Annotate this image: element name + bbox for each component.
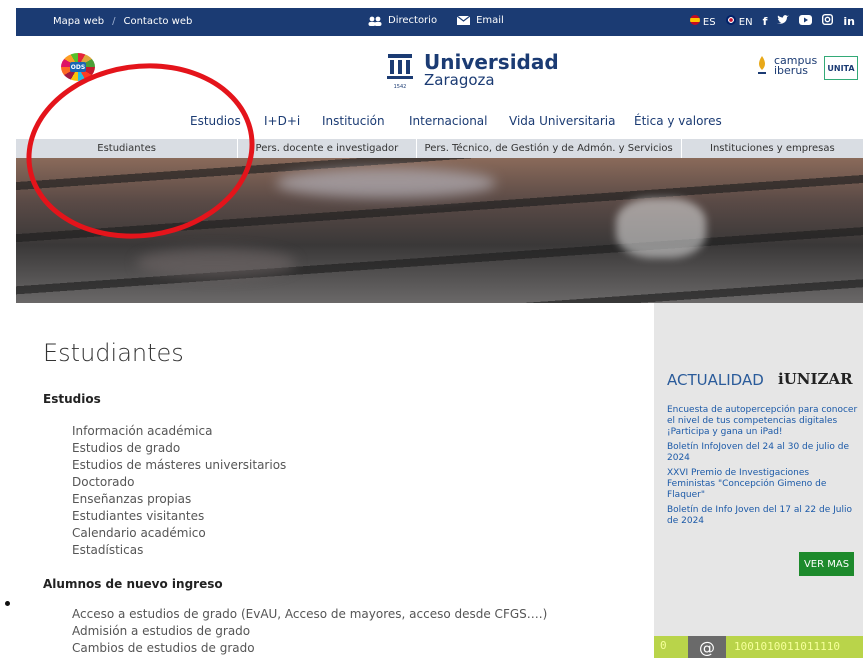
lang-es[interactable]: ES: [689, 14, 716, 28]
lang-en[interactable]: EN: [725, 14, 753, 28]
university-subtitle: Zaragoza: [424, 71, 495, 89]
nuevo-ingreso-list: Acceso a estudios de grado (EvAU, Acceso…: [72, 606, 547, 657]
directorio-label: Directorio: [388, 15, 438, 26]
estudios-list: Información académica Estudios de grado …: [72, 423, 286, 559]
ver-mas-button[interactable]: VER MAS: [799, 552, 854, 576]
campus-iberus-logo[interactable]: campus iberus: [756, 55, 817, 77]
campus-line2: iberus: [774, 64, 809, 77]
ods-text: ODS: [70, 62, 86, 72]
section-heading-estudios: Estudios: [43, 392, 101, 406]
subnav-ptgas[interactable]: Pers. Técnico, de Gestión y de Admón. y …: [417, 139, 682, 158]
university-name: Universidad Zaragoza: [424, 52, 559, 88]
news-link[interactable]: Boletín InfoJoven del 24 al 30 de julio …: [667, 442, 859, 464]
list-item-link[interactable]: Acceso a estudios de grado (EvAU, Acceso…: [72, 606, 547, 623]
nav-institucion[interactable]: Institución: [322, 114, 385, 128]
nav-internacional[interactable]: Internacional: [409, 114, 487, 128]
linkedin-icon[interactable]: in: [843, 15, 855, 28]
utility-center: Directorio Email: [368, 15, 504, 26]
uk-flag-icon: [725, 14, 736, 25]
link-directorio[interactable]: Directorio: [368, 15, 437, 26]
subnav-pdi[interactable]: Pers. docente e investigador: [238, 139, 417, 158]
list-item-link[interactable]: Cambios de estudios de grado: [72, 640, 547, 657]
list-item-link[interactable]: Estudios de grado: [72, 440, 286, 457]
facebook-icon[interactable]: f: [763, 15, 768, 28]
link-email[interactable]: Email: [457, 15, 504, 26]
university-logo[interactable]: 1542 Universidad Zaragoza: [386, 52, 559, 90]
main-content: Estudiantes Estudios Información académi…: [0, 303, 653, 658]
news-link[interactable]: XXVI Premio de Investigaciones Feminista…: [667, 468, 859, 501]
actualidad-heading: ACTUALIDAD: [667, 371, 764, 389]
list-item-link[interactable]: Admisión a estudios de grado: [72, 623, 547, 640]
separator: /: [112, 16, 116, 27]
list-item-link[interactable]: Estudios de másteres universitarios: [72, 457, 286, 474]
youtube-icon[interactable]: [799, 14, 813, 28]
campus-iberus-icon: [758, 56, 766, 74]
twitter-icon[interactable]: [777, 14, 790, 28]
banner-digit: 0: [660, 639, 667, 652]
people-icon: [368, 16, 382, 26]
at-sign-icon: @: [688, 636, 726, 658]
university-emblem-icon: 1542: [387, 54, 413, 90]
utility-links: Mapa web / Contacto web: [53, 16, 192, 27]
banner-binary-text: 1001010011011110: [734, 640, 840, 653]
unita-logo[interactable]: UNITA: [824, 56, 858, 80]
iunizar-logo[interactable]: iUNIZAR: [778, 370, 853, 388]
page-title: Estudiantes: [43, 339, 184, 367]
utility-right: ES EN f in: [689, 13, 855, 28]
email-banner[interactable]: 0 @ 1001010011011110: [654, 636, 863, 658]
hero-highlight: [276, 168, 496, 198]
svg-text:1542: 1542: [394, 84, 407, 90]
university-title: Universidad: [424, 50, 559, 74]
news-link[interactable]: Encuesta de autopercepción para conocer …: [667, 405, 859, 438]
section-heading-nuevo-ingreso: Alumnos de nuevo ingreso: [43, 577, 223, 591]
lang-en-label: EN: [738, 16, 753, 28]
email-label: Email: [476, 15, 504, 26]
link-contacto-web[interactable]: Contacto web: [123, 16, 192, 27]
mail-icon: [457, 16, 471, 25]
nav-etica-valores[interactable]: Ética y valores: [634, 114, 722, 128]
subnav-instituciones[interactable]: Instituciones y empresas: [682, 139, 863, 158]
bullet-dot: [5, 601, 10, 606]
instagram-icon[interactable]: [822, 13, 834, 28]
nav-vida-universitaria[interactable]: Vida Universitaria: [509, 114, 615, 128]
hero-highlight: [616, 198, 706, 258]
list-item-link[interactable]: Calendario académico: [72, 525, 286, 542]
list-item-link[interactable]: Estadísticas: [72, 542, 286, 559]
list-item-link[interactable]: Información académica: [72, 423, 286, 440]
list-item-link[interactable]: Estudiantes visitantes: [72, 508, 286, 525]
hero-highlight: [136, 248, 296, 278]
link-mapa-web[interactable]: Mapa web: [53, 16, 104, 27]
news-link[interactable]: Boletín de Info Joven del 17 al 22 de Ju…: [667, 505, 859, 527]
top-utility-bar: Mapa web / Contacto web Directorio Email…: [16, 8, 863, 36]
list-item-link[interactable]: Enseñanzas propias: [72, 491, 286, 508]
list-item-link[interactable]: Doctorado: [72, 474, 286, 491]
spain-flag-icon: [689, 14, 700, 25]
news-list: Encuesta de autopercepción para conocer …: [667, 405, 859, 531]
nav-idi[interactable]: I+D+i: [264, 114, 300, 128]
news-sidebar: ACTUALIDAD iUNIZAR Encuesta de autoperce…: [654, 303, 863, 658]
lang-es-label: ES: [702, 16, 716, 28]
